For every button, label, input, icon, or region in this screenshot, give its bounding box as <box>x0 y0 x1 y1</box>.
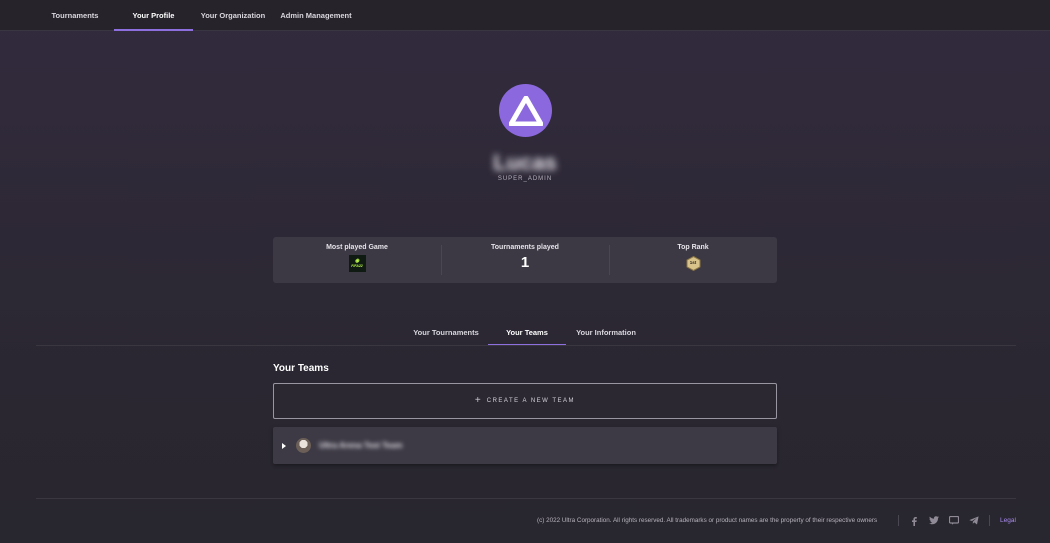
rank-badge-icon: 1st <box>686 256 701 271</box>
stat-tournaments-played: Tournaments played 1 <box>441 237 609 283</box>
plus-icon: + <box>474 395 481 406</box>
create-team-label: CREATE A NEW TEAM <box>486 398 576 404</box>
brand-logo-icon <box>508 95 543 126</box>
telegram-icon[interactable] <box>968 515 979 526</box>
stat-title: Most played Game <box>326 244 388 251</box>
legal-link[interactable]: Legal <box>1000 517 1016 524</box>
tab-your-tournaments[interactable]: Your Tournaments <box>407 318 485 346</box>
create-team-button[interactable]: + CREATE A NEW TEAM <box>273 383 777 419</box>
tabs-divider <box>36 345 1016 346</box>
team-avatar <box>296 438 311 453</box>
footer-divider <box>36 498 1016 499</box>
stat-title: Top Rank <box>677 244 709 251</box>
caret-right-icon[interactable] <box>282 442 286 449</box>
nav-item-tournaments[interactable]: Tournaments <box>40 0 110 31</box>
game-name: FIFA22 <box>351 264 363 268</box>
tab-your-teams[interactable]: Your Teams <box>488 318 566 346</box>
stats-card: Most played Game ◉ FIFA22 Tournaments pl… <box>273 237 777 283</box>
stat-title: Tournaments played <box>491 244 559 251</box>
facebook-icon[interactable] <box>908 515 919 526</box>
copyright-text: (c) 2022 Ultra Corporation. All rights r… <box>537 517 878 524</box>
profile-username: Lucas <box>493 150 557 175</box>
top-navigation: Tournaments Your Profile Your Organizati… <box>0 0 1050 31</box>
stat-top-rank: Top Rank 1st <box>609 237 777 283</box>
nav-item-admin-management[interactable]: Admin Management <box>276 0 356 31</box>
rank-badge-label: 1st <box>689 260 697 265</box>
profile-avatar <box>499 84 552 137</box>
tab-your-information[interactable]: Your Information <box>569 318 643 346</box>
twitter-icon[interactable] <box>928 515 939 526</box>
discord-icon[interactable] <box>948 515 959 526</box>
footer-separator <box>898 515 899 526</box>
section-title: Your Teams <box>273 363 329 374</box>
stat-value: 1 <box>520 254 530 271</box>
nav-item-your-organization[interactable]: Your Organization <box>197 0 269 31</box>
team-row[interactable]: Ultra Arena Test Team <box>273 427 777 464</box>
team-name: Ultra Arena Test Team <box>319 441 403 450</box>
stat-most-played-game: Most played Game ◉ FIFA22 <box>273 237 441 283</box>
profile-role: SUPER_ADMIN <box>497 176 553 182</box>
footer-separator <box>989 515 990 526</box>
game-thumbnail: ◉ FIFA22 <box>348 255 366 272</box>
nav-item-your-profile[interactable]: Your Profile <box>114 0 193 31</box>
